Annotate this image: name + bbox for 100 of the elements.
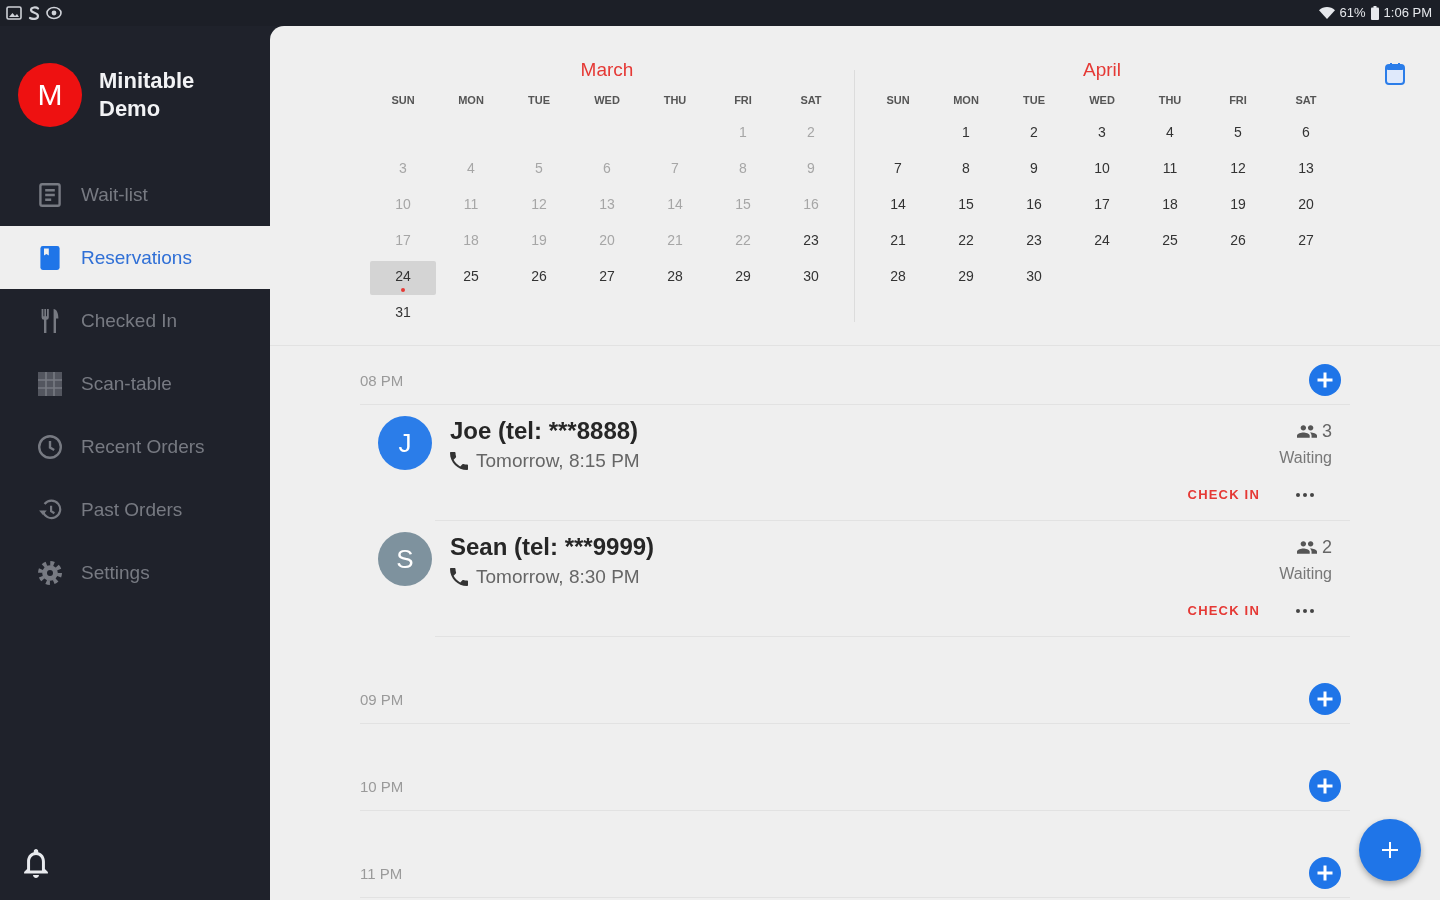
calendar-day[interactable]: 29 [710,261,776,295]
add-icon[interactable] [1309,683,1341,715]
calendar-day[interactable]: 13 [1273,153,1339,187]
calendar-day[interactable]: 30 [778,261,844,295]
check-in-button[interactable]: CHECK IN [1185,483,1262,506]
calendar-day[interactable]: 24 [1069,225,1135,259]
weekday-label: SUN [885,94,911,106]
nav-item[interactable]: Settings [0,541,270,604]
calendar-day[interactable]: 4 [1137,117,1203,151]
nav-item[interactable]: Wait-list [0,163,270,226]
battery-icon [1370,6,1379,20]
calendar-day[interactable]: 25 [1137,225,1203,259]
time-slot-label: 11 PM [360,864,403,882]
more-icon[interactable] [1296,492,1314,497]
add-icon[interactable] [1309,364,1341,396]
calendar-day[interactable]: 6 [1273,117,1339,151]
calendar-icon[interactable] [1385,63,1405,85]
plus-icon [1382,842,1398,858]
weekday-label: TUE [1022,94,1046,106]
reservation-status: Waiting [1279,564,1332,584]
calendar-day[interactable]: 14 [865,189,931,223]
calendar-day[interactable]: 17 [1069,189,1135,223]
weekday-label: SUN [390,94,416,106]
calendar-day[interactable]: 28 [642,261,708,295]
calendar-day[interactable]: 27 [574,261,640,295]
calendar-day[interactable]: 5 [1205,117,1271,151]
calendar-day[interactable]: 21 [865,225,931,259]
calendar-day[interactable]: 18 [1137,189,1203,223]
calendar-day[interactable]: 27 [1273,225,1339,259]
party-size: 3 [1322,421,1332,441]
calendar-day[interactable]: 23 [1001,225,1067,259]
calendar-day[interactable]: 7 [865,153,931,187]
guest-name: Joe (tel: ***8888) [450,417,640,445]
nav-item[interactable]: Checked In [0,289,270,352]
add-icon[interactable] [1309,857,1341,889]
account-avatar: M [18,63,82,127]
phone-icon [450,452,468,470]
account-name: Minitable Demo [99,67,196,123]
calendar-day[interactable]: 23 [778,225,844,259]
calendar-day[interactable]: 26 [506,261,572,295]
book-icon [38,245,62,270]
weekday-label: FRI [733,94,753,106]
calendar-day[interactable]: 22 [933,225,999,259]
calendar-day[interactable]: 3 [1069,117,1135,151]
add-icon[interactable] [1309,770,1341,802]
phone-icon [450,568,468,586]
calendar-day[interactable]: 31 [370,297,436,331]
calendar-day[interactable]: 26 [1205,225,1271,259]
list-icon [38,182,62,207]
add-reservation-button[interactable] [1359,819,1421,881]
reservation-status: Waiting [1279,448,1332,468]
check-in-button[interactable]: CHECK IN [1185,599,1262,622]
guest-avatar: J [378,416,432,470]
calendar-day[interactable]: 20 [1273,189,1339,223]
calendar-day[interactable]: 30 [1001,261,1067,295]
gear-icon [38,560,62,585]
guest-avatar: S [378,532,432,586]
calendar-day[interactable]: 12 [1205,153,1271,187]
calendar-day[interactable]: 24 [370,261,436,295]
month-title: March [579,58,635,82]
weekday-label: THU [662,94,688,106]
calendar-day[interactable]: 8 [933,153,999,187]
time-slot-label: 09 PM [360,690,404,708]
nav-item[interactable]: Past Orders [0,478,270,541]
people-icon [1297,540,1317,554]
weekday-label: WED [1088,94,1116,106]
nav-item[interactable]: Reservations [0,226,270,289]
weekday-label: TUE [527,94,551,106]
nav-item[interactable]: Scan-table [0,352,270,415]
calendar-day[interactable]: 9 [1001,153,1067,187]
bell-icon[interactable] [24,849,48,878]
eye-icon [46,6,62,20]
reservation-time: Tomorrow, 8:30 PM [476,566,640,588]
party-size: 2 [1322,537,1332,557]
history-icon [38,497,62,522]
wifi-icon [1318,7,1335,19]
weekday-label: WED [593,94,621,106]
calendar-day[interactable]: 15 [933,189,999,223]
calendar-day[interactable]: 11 [1137,153,1203,187]
calendar-day[interactable]: 16 [1001,189,1067,223]
calendar-day[interactable]: 2 [1001,117,1067,151]
people-icon [1297,424,1317,438]
nav-item[interactable]: Recent Orders [0,415,270,478]
calendar-day[interactable]: 28 [865,261,931,295]
guest-name: Sean (tel: ***9999) [450,533,656,561]
calendar-day[interactable]: 19 [1205,189,1271,223]
calendar-day[interactable]: 29 [933,261,999,295]
month-title: April [1082,58,1122,82]
weekday-label: SAT [799,94,823,106]
calendar-day[interactable]: 10 [1069,153,1135,187]
weekday-label: SAT [1294,94,1318,106]
gallery-icon [6,6,22,20]
calendar-day[interactable]: 1 [933,117,999,151]
battery-level: 61% [1339,5,1366,21]
calendar-day[interactable]: 25 [438,261,504,295]
clock-icon [38,434,62,459]
more-icon[interactable] [1296,608,1314,613]
reservation-time: Tomorrow, 8:15 PM [476,450,640,472]
grid-icon [38,371,62,396]
time-slot-label: 10 PM [360,777,404,795]
